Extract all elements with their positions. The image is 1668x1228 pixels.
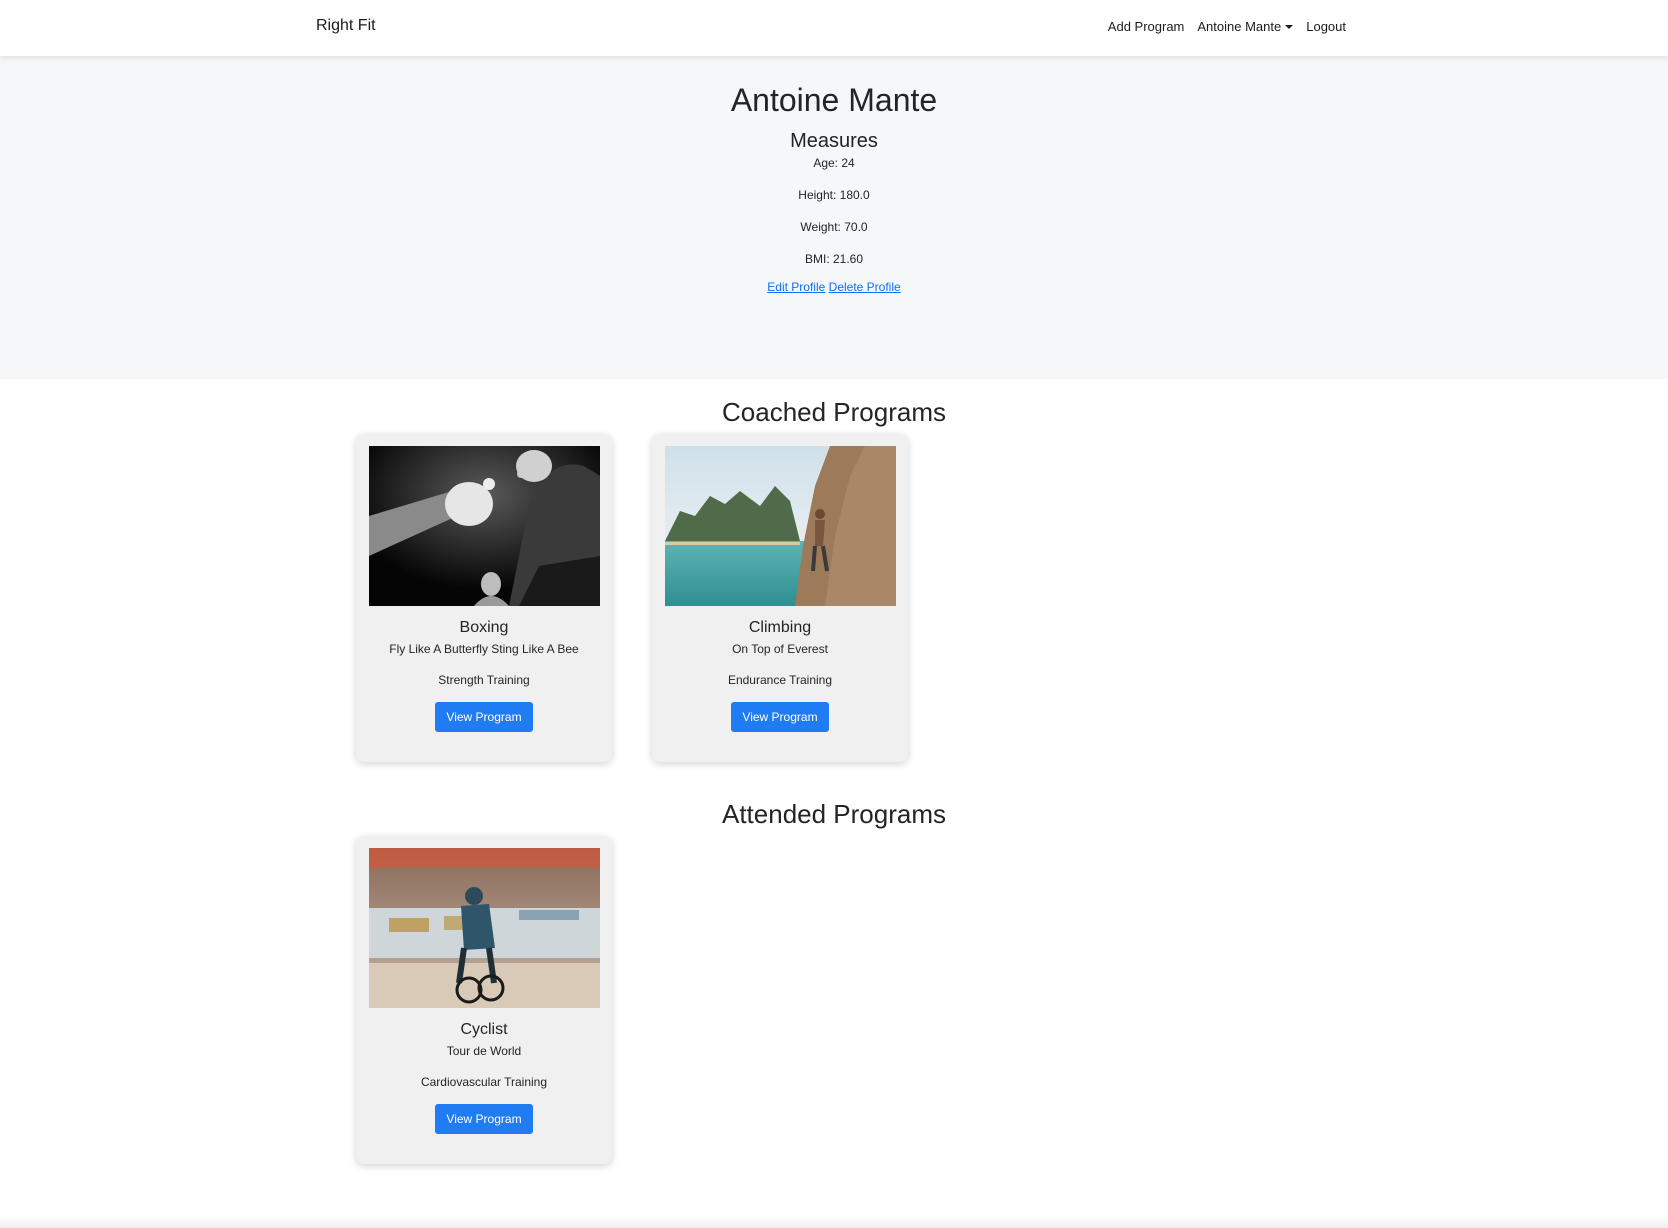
brand-link[interactable]: Right Fit [316,17,376,35]
measures-heading: Measures [790,130,878,153]
coached-programs-heading: Coached Programs [722,397,946,427]
caret-down-icon [1285,25,1294,29]
program-tagline: Tour de World [446,1044,522,1059]
program-card-boxing: Boxing Fly Like A Butterfly Sting Like A… [356,434,612,763]
program-type: Cardiovascular Training [420,1075,548,1090]
profile-section: Antoine Mante Measures Age: 24 Height: 1… [0,56,1668,379]
coached-programs-list: Boxing Fly Like A Butterfly Sting Like A… [0,434,1668,764]
bmi-value: BMI: 21.60 [804,252,864,267]
footer-divider [0,1216,1668,1228]
logout-link[interactable]: Logout [1306,19,1346,34]
user-menu-label: Antoine Mante [1197,19,1282,34]
program-tagline: On Top of Everest [732,642,828,657]
nav-links: Add Program Antoine Mante Logout [1108,19,1346,34]
program-type: Endurance Training [727,673,833,688]
user-menu-dropdown[interactable]: Antoine Mante [1197,19,1294,34]
age-value: Age: 24 [813,156,855,171]
profile-name: Antoine Mante [730,82,938,118]
program-title: Climbing [748,619,812,637]
program-title: Cyclist [460,1021,508,1039]
view-program-button[interactable]: View Program [731,702,829,733]
height-value: Height: 180.0 [798,188,870,203]
program-card-cyclist: Cyclist Tour de World Cardiovascular Tra… [356,836,612,1165]
edit-profile-link[interactable]: Edit Profile [767,280,825,294]
attended-programs-list: Cyclist Tour de World Cardiovascular Tra… [0,836,1668,1166]
program-tagline: Fly Like A Butterfly Sting Like A Bee [389,642,579,657]
cycling-photo [368,848,600,1009]
add-program-link[interactable]: Add Program [1108,19,1185,34]
climbing-photo [664,446,896,607]
program-type: Strength Training [438,673,530,688]
program-card-climbing: Climbing On Top of Everest Endurance Tra… [652,434,908,763]
attended-programs-heading: Attended Programs [721,799,946,830]
profile-actions: Edit Profile Delete Profile [0,280,1668,294]
boxing-photo [368,446,600,607]
delete-profile-link[interactable]: Delete Profile [829,280,901,294]
top-navbar: Right Fit Add Program Antoine Mante Logo… [0,0,1668,56]
view-program-button[interactable]: View Program [435,1104,533,1135]
weight-value: Weight: 70.0 [800,220,868,235]
program-title: Boxing [459,619,509,637]
view-program-button[interactable]: View Program [435,702,533,733]
